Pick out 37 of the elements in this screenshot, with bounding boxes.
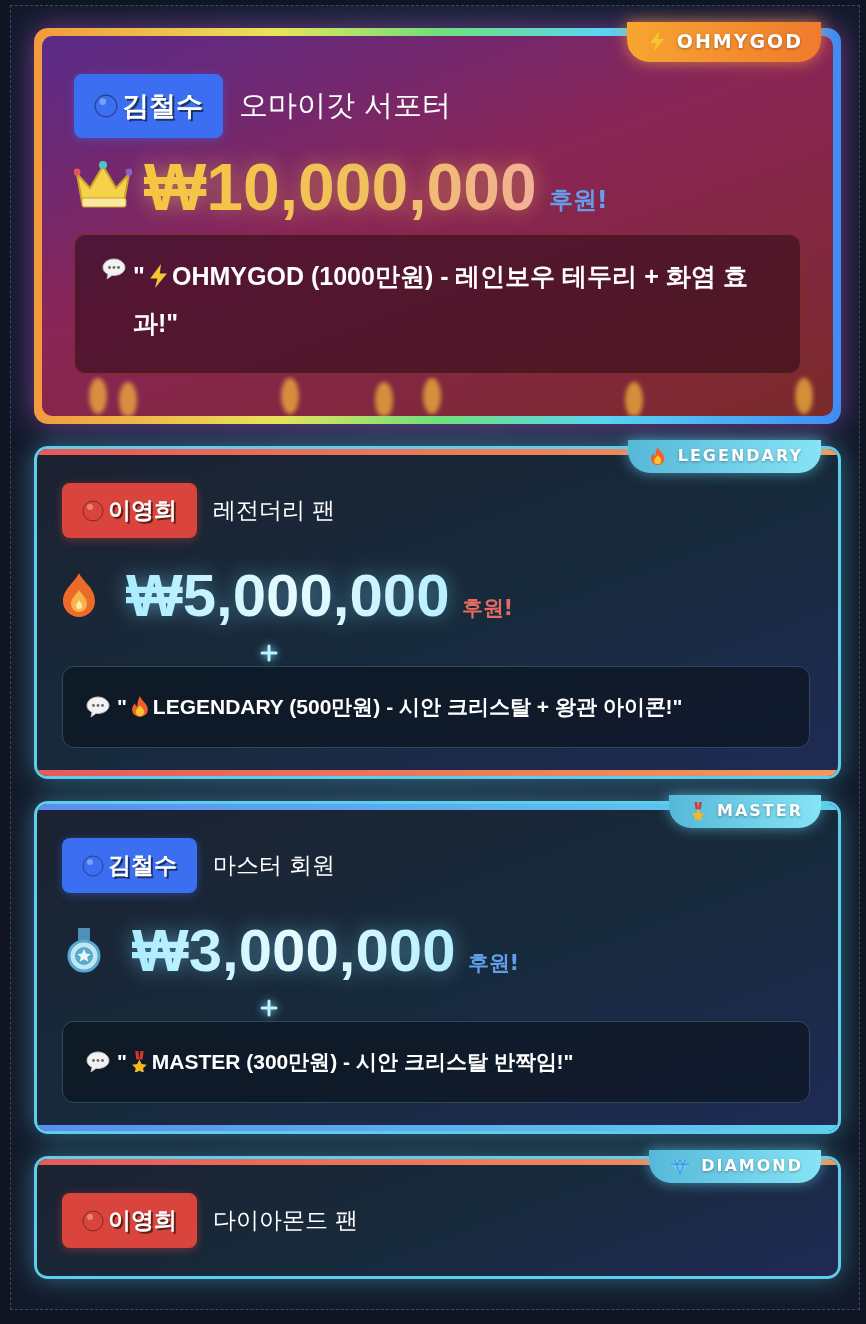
medal-icon (690, 801, 705, 820)
dot-icon (94, 94, 118, 118)
tier-label: OHMYGOD (676, 30, 803, 52)
user-title: 레전더리 팬 (213, 496, 336, 525)
lightning-icon (648, 31, 665, 51)
tier-label: LEGENDARY (677, 446, 803, 465)
user-title: 마스터 회원 (213, 851, 336, 880)
message-text: " LEGENDARY (500만원) - 시안 크리스탈 + 왕관 아이콘!" (117, 694, 684, 720)
flame-icon (130, 696, 149, 717)
dot-icon (82, 854, 104, 877)
donation-label: 후원! (461, 595, 514, 622)
flame-icon (650, 446, 666, 465)
dot-icon (82, 1209, 104, 1232)
speech-bubble-icon (101, 257, 127, 281)
crown-icon (74, 160, 132, 210)
message-text: " OHMYGOD (1000만원) - 레인보우 테두리 + 화염 효과!" (133, 261, 749, 339)
lightning-icon (148, 264, 169, 288)
tier-label: MASTER (717, 801, 803, 820)
flame-icon (62, 572, 96, 618)
medal-icon (66, 927, 102, 973)
message-text: " MASTER (300만원) - 시안 크리스탈 반짝임!" (117, 1049, 575, 1075)
donation-label: 후원! (548, 185, 608, 216)
user-name: 이영희 (108, 1206, 177, 1235)
sparkle-icon (260, 644, 278, 662)
sparkle-icon (260, 999, 278, 1017)
user-name: 이영희 (108, 496, 177, 525)
user-title: 오마이갓 서포터 (239, 87, 452, 124)
donation-label: 후원! (467, 950, 520, 977)
diamond-icon (671, 1156, 690, 1175)
speech-bubble-icon (85, 695, 111, 719)
speech-bubble-icon (85, 1050, 111, 1074)
tier-label: DIAMOND (701, 1156, 803, 1175)
user-title: 다이아몬드 팬 (213, 1206, 359, 1235)
dot-icon (82, 499, 104, 522)
user-name: 김철수 (122, 89, 203, 123)
user-name: 김철수 (108, 851, 177, 880)
medal-icon (130, 1051, 148, 1072)
